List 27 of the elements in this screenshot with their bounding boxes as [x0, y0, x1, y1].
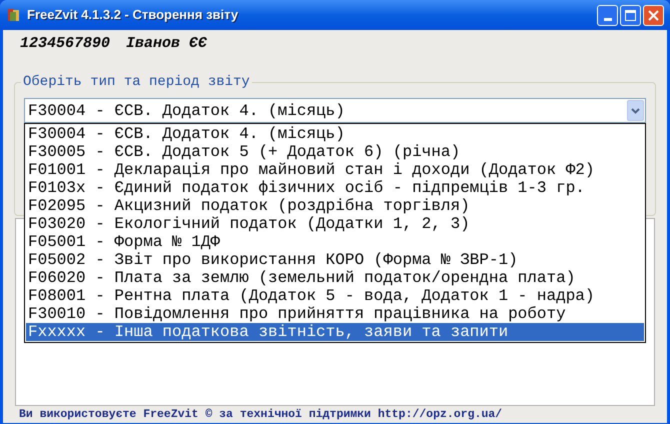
chevron-down-icon	[631, 108, 640, 114]
dropdown-option[interactable]: F02095 - Акцизний податок (роздрібна торгівля)	[26, 197, 644, 215]
dropdown-option[interactable]: F30005 - ЄСВ. Додаток 5 (+ Додаток 6) (річна)	[26, 143, 644, 161]
dropdown-button[interactable]	[627, 100, 644, 121]
taxpayer-code: 1234567890	[20, 34, 110, 54]
close-icon	[648, 10, 659, 20]
dropdown-option[interactable]: F0103x - Єдиний податок фізичних осіб - підпремців 1-3 гр.	[26, 179, 644, 197]
dropdown-option[interactable]: F06020 - Плата за землю (земельний податок/орендна плата)	[26, 269, 644, 287]
dropdown-option[interactable]: F08001 - Рентна плата (Додаток 5 - вода, Додаток 1 - надра)	[26, 287, 644, 305]
dropdown-option[interactable]: F05001 - Форма № 1ДФ	[26, 233, 644, 251]
minimize-button[interactable]	[597, 4, 618, 26]
dropdown-option[interactable]: F30010 - Повідомлення про прийняття працівника на роботу	[26, 305, 644, 323]
close-button[interactable]	[643, 4, 664, 26]
app-icon	[6, 7, 22, 23]
dropdown-option[interactable]: F03020 - Екологічний податок (Додатки 1, 2, 3)	[26, 215, 644, 233]
group-legend: Оберіть тип та період звіту	[21, 73, 252, 91]
taxpayer-name: Іванов ЄЄ	[126, 34, 208, 54]
dropdown-option[interactable]: Fxxxxx - Інша податкова звітність, заяви та запити	[26, 323, 644, 341]
maximize-icon	[625, 10, 636, 20]
dropdown-option[interactable]: F05002 - Звіт про використання КОРО (Форма № ЗВР-1)	[26, 251, 644, 269]
window-title: FreeZvit 4.1.3.2 - Створення звіту	[27, 6, 238, 24]
dropdown-option[interactable]: F30004 - ЄСВ. Додаток 4. (місяць)	[26, 125, 644, 143]
maximize-button[interactable]	[620, 4, 641, 26]
status-text: Ви використовуєте FreeZvit © за технічної підтримки http://opz.org.ua/	[19, 407, 502, 423]
minimize-icon	[604, 18, 612, 20]
dropdown-option[interactable]: F01001 - Декларація про майновий стан і доходи (Додаток Ф2)	[26, 161, 644, 179]
report-type-combobox[interactable]: F30004 - ЄСВ. Додаток 4. (місяць)	[24, 98, 646, 123]
